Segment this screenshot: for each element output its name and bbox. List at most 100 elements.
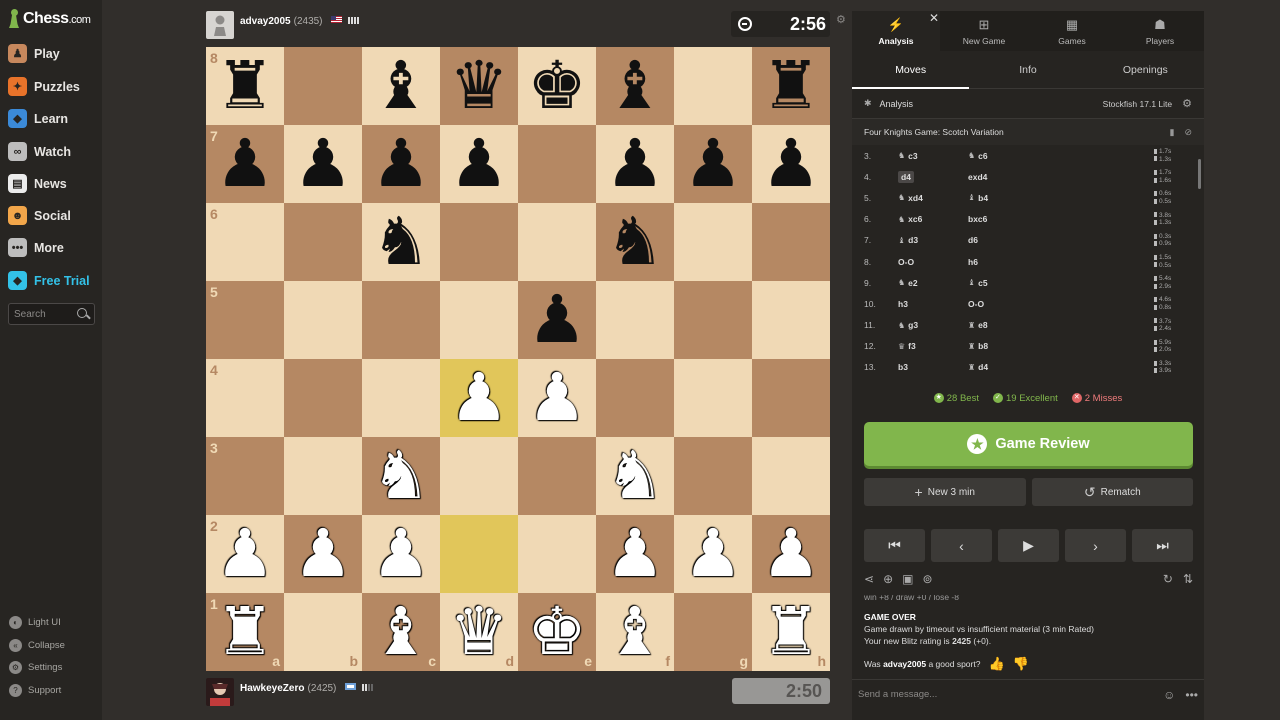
black-rook-icon[interactable]: ♜ <box>761 47 820 125</box>
square-f1[interactable]: f ♝ <box>596 593 674 671</box>
square-h7[interactable]: ♟ <box>752 125 830 203</box>
thumbs-up-icon[interactable]: 👍 <box>988 656 1004 672</box>
black-move[interactable]: ♜ d4 <box>968 362 1038 372</box>
black-queen-icon[interactable]: ♛ <box>449 47 508 125</box>
move-list-scrollbar[interactable] <box>1198 159 1201 189</box>
square-g8[interactable] <box>674 47 752 125</box>
board-image-icon[interactable]: ▣ <box>902 572 913 586</box>
square-f6[interactable]: ♞ <box>596 203 674 281</box>
white-rook-icon[interactable]: ♜ <box>761 593 820 671</box>
black-bishop-icon[interactable]: ♝ <box>371 47 430 125</box>
close-analysis-icon[interactable]: ✕ <box>929 11 939 25</box>
refresh-icon[interactable]: ↻ <box>1163 572 1173 586</box>
nav-item-watch[interactable]: ∞ Watch <box>8 142 71 161</box>
square-h2[interactable]: ♟ <box>752 515 830 593</box>
white-move[interactable]: ♞ c3 <box>898 151 968 161</box>
add-study-icon[interactable]: ⊕ <box>883 572 893 586</box>
white-pawn-icon[interactable]: ♟ <box>527 359 586 437</box>
white-pawn-icon[interactable]: ♟ <box>449 359 508 437</box>
square-e2[interactable] <box>518 515 596 593</box>
square-d3[interactable] <box>440 437 518 515</box>
chess-com-logo[interactable]: Chess.com <box>8 9 91 29</box>
black-pawn-icon[interactable]: ♟ <box>449 125 508 203</box>
black-move[interactable]: O-O <box>968 299 1038 309</box>
white-king-icon[interactable]: ♚ <box>527 593 586 671</box>
play-button[interactable]: ▶ <box>998 529 1059 562</box>
square-f8[interactable]: ♝ <box>596 47 674 125</box>
first-move-button[interactable]: ⏮ <box>864 529 925 562</box>
previous-move-button[interactable]: ‹ <box>931 529 992 562</box>
square-e6[interactable] <box>518 203 596 281</box>
square-d7[interactable]: ♟ <box>440 125 518 203</box>
black-knight-icon[interactable]: ♞ <box>371 203 430 281</box>
square-c2[interactable]: ♟ <box>362 515 440 593</box>
square-c5[interactable] <box>362 281 440 359</box>
square-b2[interactable]: ♟ <box>284 515 362 593</box>
top-player-avatar[interactable] <box>206 11 234 39</box>
square-f7[interactable]: ♟ <box>596 125 674 203</box>
subtab-info[interactable]: Info <box>969 51 1086 88</box>
square-b3[interactable] <box>284 437 362 515</box>
nav-item-free-trial[interactable]: ◆ Free Trial <box>8 271 90 290</box>
nav-item-more[interactable]: ••• More <box>8 238 64 257</box>
tab-new-game[interactable]: ⊞ New Game <box>940 11 1028 51</box>
square-b7[interactable]: ♟ <box>284 125 362 203</box>
square-d8[interactable]: ♛ <box>440 47 518 125</box>
subtab-moves[interactable]: Moves <box>852 51 970 89</box>
white-move[interactable]: b3 <box>898 362 968 372</box>
bottom-player-name[interactable]: HawkeyeZero <box>240 683 304 694</box>
square-g1[interactable]: g <box>674 593 752 671</box>
square-d6[interactable] <box>440 203 518 281</box>
square-g3[interactable] <box>674 437 752 515</box>
book-icon[interactable]: ▮ <box>1170 127 1175 138</box>
square-h3[interactable] <box>752 437 830 515</box>
square-e8[interactable]: ♚ <box>518 47 596 125</box>
tab-players[interactable]: ☗ Players <box>1116 11 1204 51</box>
black-pawn-icon[interactable]: ♟ <box>215 125 274 203</box>
square-h4[interactable] <box>752 359 830 437</box>
black-pawn-icon[interactable]: ♟ <box>605 125 664 203</box>
white-move[interactable]: d4 <box>898 170 968 183</box>
bottom-player-avatar[interactable] <box>206 678 234 706</box>
black-move[interactable]: ♝ c5 <box>968 278 1038 288</box>
white-move[interactable]: ♝ d3 <box>898 235 968 245</box>
square-c4[interactable] <box>362 359 440 437</box>
opening-name[interactable]: Four Knights Game: Scotch Variation <box>864 127 1004 137</box>
black-pawn-icon[interactable]: ♟ <box>527 281 586 359</box>
square-b6[interactable] <box>284 203 362 281</box>
analysis-toggle-icon[interactable]: ✱ <box>864 98 872 109</box>
flip-board-icon[interactable]: ⇅ <box>1183 572 1193 586</box>
square-d4[interactable]: ♟ <box>440 359 518 437</box>
black-move[interactable]: h6 <box>968 257 1038 267</box>
new-game-button[interactable]: + New 3 min <box>864 478 1026 506</box>
black-move[interactable]: ♞ c6 <box>968 151 1038 161</box>
white-pawn-icon[interactable]: ♟ <box>683 515 742 593</box>
square-b8[interactable] <box>284 47 362 125</box>
search-input[interactable] <box>14 308 76 320</box>
more-options-icon[interactable]: ••• <box>1185 688 1198 702</box>
square-h5[interactable] <box>752 281 830 359</box>
black-pawn-icon[interactable]: ♟ <box>683 125 742 203</box>
rematch-button[interactable]: ↺ Rematch <box>1031 478 1193 506</box>
board-settings-gear-icon[interactable]: ⚙ <box>836 13 846 26</box>
top-player-name[interactable]: advay2005 <box>240 16 291 27</box>
square-g2[interactable]: ♟ <box>674 515 752 593</box>
square-c7[interactable]: ♟ <box>362 125 440 203</box>
sidebar-collapse[interactable]: « Collapse <box>9 639 65 652</box>
white-move[interactable]: ♞ e2 <box>898 278 968 288</box>
sidebar-light-ui[interactable]: ◐ Light UI <box>9 616 61 629</box>
square-b4[interactable] <box>284 359 362 437</box>
white-pawn-icon[interactable]: ♟ <box>761 515 820 593</box>
last-move-button[interactable]: ⏭ <box>1132 529 1193 562</box>
tab-games[interactable]: ▦ Games <box>1028 11 1116 51</box>
black-pawn-icon[interactable]: ♟ <box>371 125 430 203</box>
emoji-icon[interactable]: ☺ <box>1163 688 1175 702</box>
white-move[interactable]: ♛ f3 <box>898 341 968 351</box>
white-pawn-icon[interactable]: ♟ <box>605 515 664 593</box>
message-input[interactable] <box>858 689 1154 700</box>
square-b5[interactable] <box>284 281 362 359</box>
white-pawn-icon[interactable]: ♟ <box>293 515 352 593</box>
white-knight-icon[interactable]: ♞ <box>605 437 664 515</box>
square-c1[interactable]: c ♝ <box>362 593 440 671</box>
square-a7[interactable]: 7 ♟ <box>206 125 284 203</box>
